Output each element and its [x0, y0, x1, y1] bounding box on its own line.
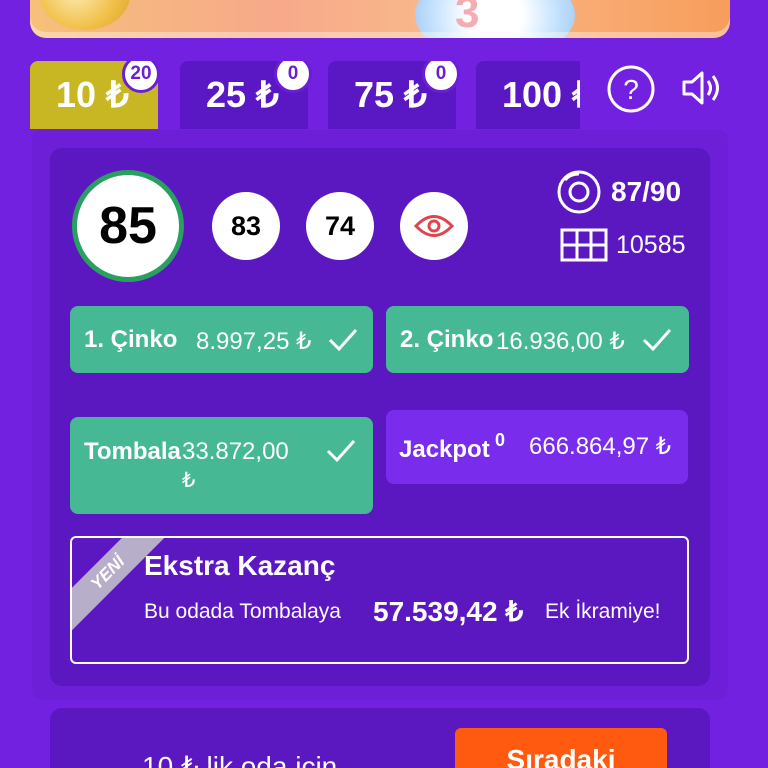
jackpot-value: 666.864,97 ₺	[529, 433, 672, 460]
prize-tombala: Tombala 33.872,00 ₺	[70, 417, 373, 514]
player-count-badge: 0	[422, 61, 460, 93]
view-balls-button[interactable]	[400, 192, 468, 260]
prize-cinko-1: 1. Çinko 8.997,25 ₺	[70, 306, 373, 373]
tab-75[interactable]: 75 ₺ 0	[328, 61, 460, 129]
recent-ball: 74	[306, 192, 374, 260]
grid-icon	[560, 228, 608, 262]
check-icon	[328, 328, 358, 352]
extra-title: Ekstra Kazanç	[144, 550, 336, 581]
tab-amount: 10 ₺	[56, 74, 129, 115]
prize-value: 33.872,00	[182, 438, 289, 465]
tab-amount: 75 ₺	[354, 74, 427, 115]
room-text: 10 ₺ lik oda için	[142, 751, 338, 768]
extra-desc-suffix: Ek İkramiye!	[545, 600, 661, 623]
jackpot-superscript: 0	[495, 430, 506, 450]
next-button[interactable]: Sıradaki	[455, 728, 667, 768]
prize-currency: ₺	[182, 469, 196, 492]
prize-value: 8.997,25 ₺	[196, 328, 312, 355]
eye-icon	[414, 215, 454, 237]
tab-amount: 100 ₺	[502, 74, 580, 115]
drawn-counter: 87/90	[555, 170, 681, 214]
prize-cinko-2: 2. Çinko 16.936,00 ₺	[386, 306, 689, 373]
tab-10[interactable]: 10 ₺ 20	[30, 61, 160, 129]
check-icon	[642, 328, 672, 352]
player-count-badge: 20	[122, 61, 160, 93]
player-count-badge: 0	[274, 61, 312, 93]
room-tabs: 10 ₺ 20 25 ₺ 0 75 ₺ 0 100 ₺	[30, 61, 580, 131]
recent-ball: 83	[212, 192, 280, 260]
prize-value: 16.936,00 ₺	[496, 328, 625, 355]
help-icon[interactable]: ?	[606, 64, 656, 119]
current-ball: 85	[72, 170, 184, 282]
prize-label: 2. Çinko	[400, 326, 494, 353]
speaker-icon[interactable]	[680, 68, 724, 113]
svg-text:?: ?	[623, 74, 639, 105]
prize-label: Tombala	[84, 438, 181, 465]
tab-100[interactable]: 100 ₺	[476, 61, 580, 129]
extra-amount: 57.539,42 ₺	[373, 596, 524, 627]
tab-amount: 25 ₺	[206, 74, 279, 115]
drawn-balls-icon	[557, 170, 601, 214]
prize-label: 1. Çinko	[84, 326, 178, 353]
jackpot-label: Jackpot	[399, 436, 490, 463]
tab-25[interactable]: 25 ₺ 0	[180, 61, 312, 129]
cards-counter: 10585	[560, 228, 686, 262]
promo-banner[interactable]: 3	[30, 0, 730, 38]
check-icon	[326, 439, 356, 463]
prize-jackpot: Jackpot 0 666.864,97 ₺	[386, 410, 688, 484]
extra-desc-prefix: Bu odada Tombalaya	[144, 600, 341, 623]
extra-win-box: YENİ Ekstra Kazanç Bu odada Tombalaya 57…	[70, 536, 689, 664]
